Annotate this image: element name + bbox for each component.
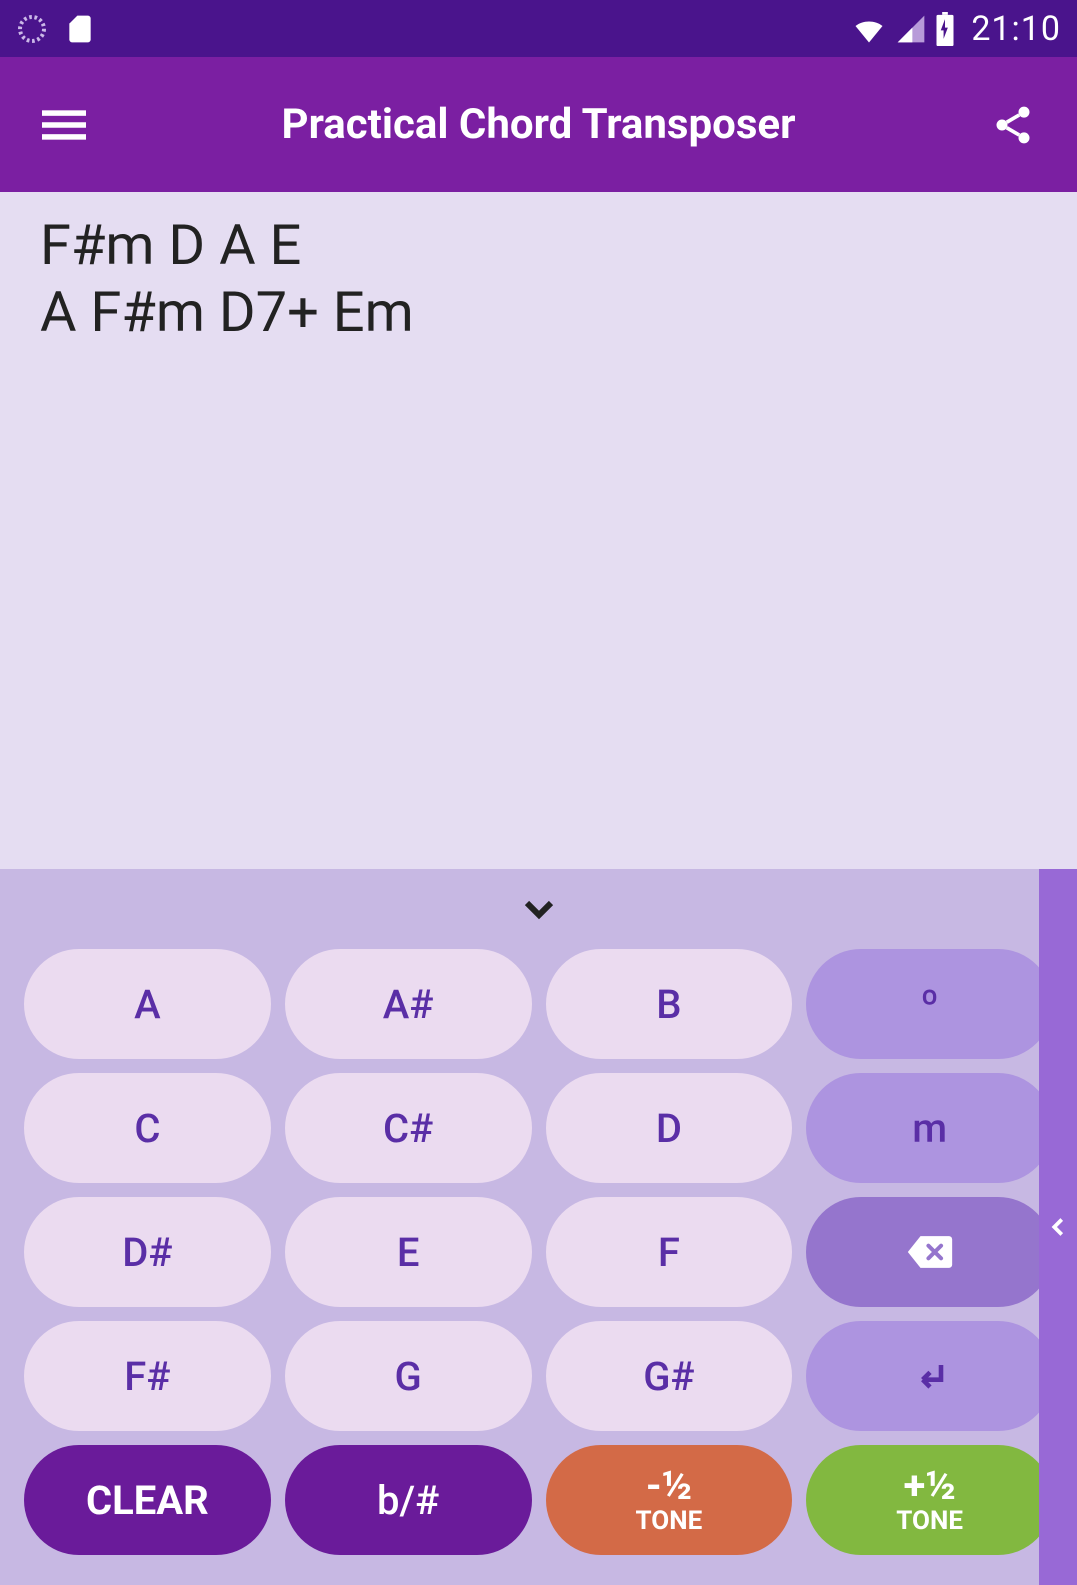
chevron-left-icon <box>1043 1212 1073 1242</box>
side-drawer-handle[interactable] <box>1039 869 1077 1585</box>
key-d-sharp[interactable]: D# <box>24 1197 271 1307</box>
key-c-sharp[interactable]: C# <box>285 1073 532 1183</box>
key-plus-half-tone[interactable]: +½ TONE <box>806 1445 1053 1555</box>
tone-label: TONE <box>636 1508 703 1534</box>
battery-charging-icon <box>935 12 955 46</box>
key-c[interactable]: C <box>24 1073 271 1183</box>
minus-half-label: -½ <box>646 1466 692 1506</box>
key-f-sharp[interactable]: F# <box>24 1321 271 1431</box>
sd-card-icon <box>64 13 96 45</box>
app-bar: Practical Chord Transposer <box>0 57 1077 192</box>
key-b[interactable]: B <box>546 949 793 1059</box>
app-title: Practical Chord Transposer <box>88 100 989 149</box>
key-g-sharp[interactable]: G# <box>546 1321 793 1431</box>
chevron-down-icon <box>515 885 563 933</box>
key-d[interactable]: D <box>546 1073 793 1183</box>
signal-icon <box>895 13 927 45</box>
key-e[interactable]: E <box>285 1197 532 1307</box>
enter-icon <box>908 1354 952 1398</box>
key-a[interactable]: A <box>24 949 271 1059</box>
key-flat-sharp[interactable]: b/# <box>285 1445 532 1555</box>
key-diminished[interactable]: º <box>806 949 1053 1059</box>
spinner-icon <box>16 13 48 45</box>
wifi-icon <box>851 11 887 47</box>
key-f[interactable]: F <box>546 1197 793 1307</box>
key-enter[interactable] <box>806 1321 1053 1431</box>
tone-label: TONE <box>896 1508 963 1534</box>
menu-icon[interactable] <box>40 101 88 149</box>
key-minor[interactable]: m <box>806 1073 1053 1183</box>
status-bar: 21:10 <box>0 0 1077 57</box>
key-a-sharp[interactable]: A# <box>285 949 532 1059</box>
status-time: 21:10 <box>971 9 1061 49</box>
key-clear[interactable]: CLEAR <box>24 1445 271 1555</box>
key-minus-half-tone[interactable]: -½ TONE <box>546 1445 793 1555</box>
keyboard-panel: A A# B º C C# D m D# E F <box>0 869 1077 1585</box>
key-backspace[interactable] <box>806 1197 1053 1307</box>
share-icon[interactable] <box>989 101 1037 149</box>
plus-half-label: +½ <box>904 1466 956 1506</box>
chord-display[interactable]: F#m D A E A F#m D7+ Em <box>0 192 1077 869</box>
collapse-keyboard-button[interactable] <box>24 869 1053 949</box>
key-g[interactable]: G <box>285 1321 532 1431</box>
backspace-icon <box>903 1233 957 1271</box>
